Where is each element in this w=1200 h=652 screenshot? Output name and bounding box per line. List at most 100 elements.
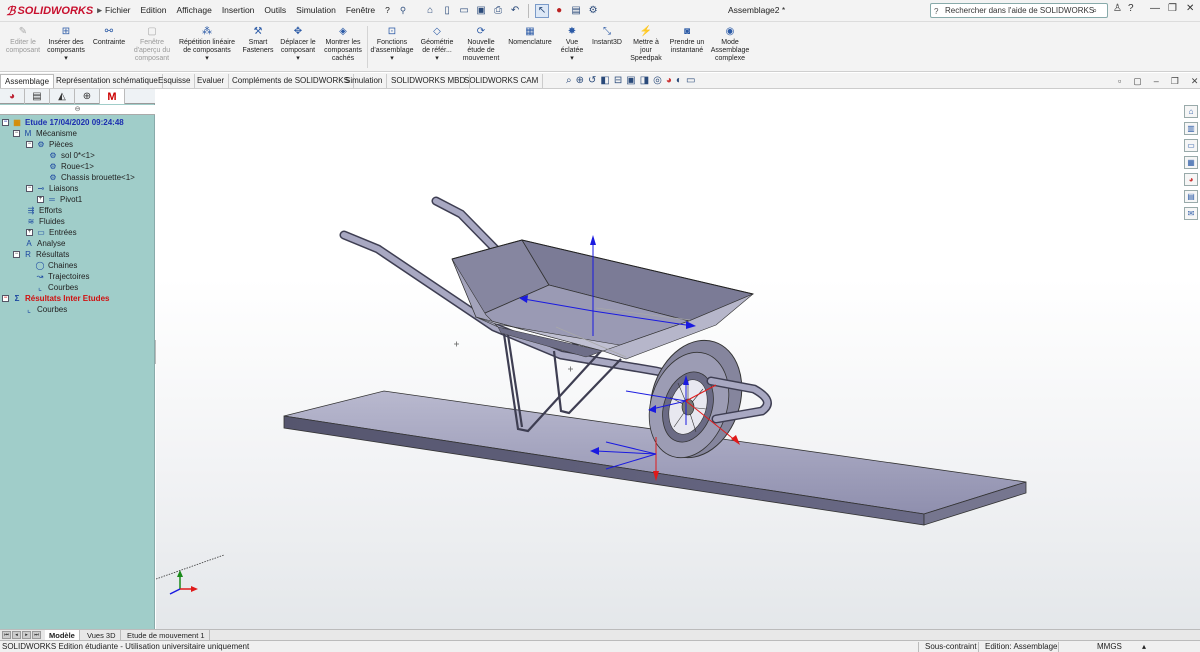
search-icon[interactable]: ⌕ <box>1093 4 1097 17</box>
help-search-input[interactable]: ? Rechercher dans l'aide de SOLIDWORKS ⌕ <box>930 3 1108 18</box>
open-folder-icon[interactable]: ▭ <box>457 4 471 18</box>
solidworks-logo[interactable]: ℬ SOLIDWORKS ▸ <box>0 4 102 18</box>
tree-part-sol[interactable]: ⚙ sol 0*<1> <box>48 150 94 161</box>
select-arrow-icon[interactable]: ↖ <box>535 3 550 18</box>
options-gear-icon[interactable]: ⚙ <box>586 4 600 18</box>
zoom-to-fit-icon[interactable]: ⌕ <box>566 75 572 86</box>
tree-joint-pivot1[interactable]: + ═ Pivot1 <box>37 194 82 205</box>
move-component-button[interactable]: ✥ Déplacer le composant ▾ <box>278 26 318 63</box>
doc-close-icon[interactable]: ✕ <box>1191 76 1199 87</box>
close-icon[interactable]: ✕ <box>1186 3 1194 14</box>
file-properties-icon[interactable]: ▤ <box>569 4 583 18</box>
last-tab-icon[interactable]: ⏭ <box>32 631 41 639</box>
doc-maximize-icon[interactable]: ❐ <box>1171 76 1179 87</box>
doc-tile-icon[interactable]: ▫ <box>1118 76 1121 87</box>
property-manager-tab-icon[interactable]: ▤ <box>25 89 50 104</box>
scene-icon[interactable]: ◐ <box>676 75 682 86</box>
menu-insertion[interactable]: Insertion <box>217 5 260 16</box>
tree-resultats-inter-etudes[interactable]: − Σ Résultats Inter Etudes <box>2 293 109 304</box>
instant3d-button[interactable]: ⤡ Instant3D <box>588 26 626 47</box>
tab-complements[interactable]: Compléments de SOLIDWORKS <box>228 74 354 88</box>
previous-view-icon[interactable]: ↺ <box>588 75 596 86</box>
tree-courbes[interactable]: ⌞ Courbes <box>35 282 78 293</box>
units-chevron-icon[interactable]: ▴ <box>1142 641 1146 652</box>
feature-manager-tab-icon[interactable]: ◕ <box>0 89 25 104</box>
next-tab-icon[interactable]: ▸ <box>22 631 31 639</box>
status-units[interactable]: MMGS <box>1097 641 1122 652</box>
graphics-area[interactable] <box>155 89 1200 629</box>
print-icon[interactable]: ⎙ <box>491 4 505 18</box>
update-speedpak-button[interactable]: ⚡ Mettre à jour Speedpak <box>628 26 664 63</box>
reference-geometry-button[interactable]: ◇ Géométrie de référ... ▾ <box>416 26 458 63</box>
dynamic-annotation-icon[interactable]: ⊟ <box>614 75 622 86</box>
design-library-icon[interactable]: ▥ <box>1184 122 1198 135</box>
menu-outils[interactable]: Outils <box>259 5 291 16</box>
tab-representation-schematique[interactable]: Représentation schématique <box>52 74 163 88</box>
tab-esquisse[interactable]: Esquisse <box>154 74 196 88</box>
insert-components-button[interactable]: ⊞ Insérer des composants ▾ <box>44 26 88 63</box>
pin-icon[interactable]: ⚲ <box>395 5 411 16</box>
tree-liaisons[interactable]: − ⊸ Liaisons <box>26 183 78 194</box>
view-orientation-icon[interactable]: ▣ <box>626 75 635 86</box>
tree-pieces[interactable]: − ⚙ Pièces <box>26 139 73 150</box>
section-view-icon[interactable]: ◧ <box>600 75 609 86</box>
tree-study[interactable]: − ▦ Etude 17/04/2020 09:24:48 <box>2 117 124 128</box>
edit-component-button[interactable]: ✎ Editer le composant <box>2 26 44 55</box>
minimize-icon[interactable]: — <box>1150 3 1160 14</box>
tree-inter-courbes[interactable]: ⌞ Courbes <box>24 304 67 315</box>
help-icon[interactable]: ? <box>1128 3 1134 14</box>
tree-fluides[interactable]: ≋ Fluides <box>26 216 65 227</box>
first-tab-icon[interactable]: ⏮ <box>2 631 11 639</box>
forum-icon[interactable]: ✉ <box>1184 207 1198 220</box>
dimxpert-tab-icon[interactable]: ⊕ <box>75 89 100 104</box>
menu-fichier[interactable]: Fichier <box>100 5 136 16</box>
display-style-icon[interactable]: ◨ <box>640 75 649 86</box>
restore-icon[interactable]: ❐ <box>1168 3 1177 14</box>
large-assembly-mode-button[interactable]: ◉ Mode Assemblage complexe <box>708 26 752 63</box>
tree-resultats[interactable]: − R Résultats <box>13 249 69 260</box>
hide-show-items-icon[interactable]: ◎ <box>653 75 662 86</box>
tree-entrees[interactable]: + ▭ Entrées <box>26 227 77 238</box>
save-icon[interactable]: ▣ <box>474 4 488 18</box>
menu-affichage[interactable]: Affichage <box>172 5 217 16</box>
tab-evaluer[interactable]: Evaluer <box>193 74 230 88</box>
appearances-icon[interactable]: ◕ <box>1184 173 1198 186</box>
traffic-light-icon[interactable]: ● <box>552 4 566 18</box>
take-snapshot-button[interactable]: ◙ Prendre un instantané <box>668 26 706 55</box>
user-icon[interactable]: ♙ <box>1113 3 1122 14</box>
custom-properties-icon[interactable]: ▤ <box>1184 190 1198 203</box>
mate-button[interactable]: ⚯ Contrainte <box>90 26 128 47</box>
menu-edition[interactable]: Edition <box>136 5 172 16</box>
view-palette-icon[interactable]: ▦ <box>1184 156 1198 169</box>
tree-part-roue[interactable]: ⚙ Roue<1> <box>48 161 94 172</box>
tree-efforts[interactable]: ⇶ Efforts <box>26 205 62 216</box>
preview-window-button[interactable]: ▢ Fenêtre d'aperçu du composant <box>130 26 174 63</box>
tab-assemblage[interactable]: Assemblage <box>0 74 55 88</box>
view-settings-icon[interactable]: ▭ <box>686 75 695 86</box>
tab-solidworks-mbd[interactable]: SOLIDWORKS MBD <box>387 74 471 88</box>
exploded-view-button[interactable]: ✸ Vue éclatée ▾ <box>558 26 586 63</box>
smart-fasteners-button[interactable]: ⚒ Smart Fasteners <box>240 26 276 55</box>
doc-minimize-icon[interactable]: – <box>1154 76 1159 87</box>
tree-trajectoires[interactable]: ↝ Trajectoires <box>35 271 90 282</box>
panel-filter[interactable]: ⊖ <box>0 105 155 115</box>
assembly-features-button[interactable]: ⊡ Fonctions d'assemblage ▾ <box>370 26 414 63</box>
new-motion-study-button[interactable]: ⟳ Nouvelle étude de mouvement <box>460 26 502 63</box>
zoom-area-icon[interactable]: ⊕ <box>576 75 584 86</box>
meca3d-tab-icon[interactable]: M <box>100 89 125 104</box>
new-document-icon[interactable]: ▯ <box>440 4 454 18</box>
tab-solidworks-cam[interactable]: SOLIDWORKS CAM <box>460 74 544 88</box>
tree-analyse[interactable]: A Analyse <box>24 238 65 249</box>
menu-help[interactable]: ? <box>380 5 395 16</box>
undo-icon[interactable]: ↶ <box>508 4 522 18</box>
tab-simulation[interactable]: Simulation <box>341 74 388 88</box>
bom-button[interactable]: ▦ Nomenclature <box>504 26 556 47</box>
file-explorer-icon[interactable]: ▭ <box>1184 139 1198 152</box>
home-icon[interactable]: ⌂ <box>423 4 437 18</box>
menu-simulation[interactable]: Simulation <box>291 5 341 16</box>
solidworks-resources-icon[interactable]: ⌂ <box>1184 105 1198 118</box>
linear-pattern-button[interactable]: ⁂ Répétition linéaire de composants ▾ <box>176 26 238 63</box>
configuration-manager-tab-icon[interactable]: ◭ <box>50 89 75 104</box>
doc-restore-icon[interactable]: ▢ <box>1133 76 1142 87</box>
tree-mecanisme[interactable]: − M Mécanisme <box>13 128 77 139</box>
